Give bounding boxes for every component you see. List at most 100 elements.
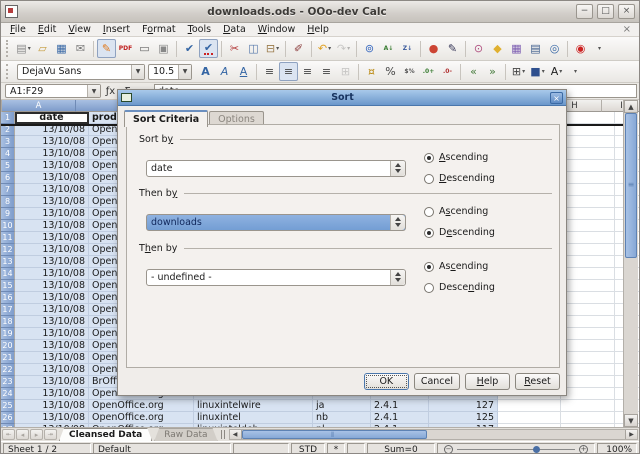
chevron-down-icon[interactable]: ▾ (559, 68, 562, 75)
function-wizard-icon[interactable]: ƒx (103, 86, 118, 97)
menu-view[interactable]: View (63, 24, 96, 35)
menu-tools[interactable]: Tools (183, 24, 216, 35)
close-document-icon[interactable]: × (619, 24, 635, 35)
cell-F27[interactable]: 117 (429, 424, 498, 427)
row-header-12[interactable]: 12 (1, 244, 15, 256)
help-button[interactable]: ◉ (571, 39, 590, 58)
cell-A1[interactable]: date (15, 112, 89, 124)
spinner-icon[interactable] (390, 161, 405, 176)
cell-A18[interactable]: 13/10/08 (15, 316, 89, 328)
spin-up-icon[interactable] (395, 217, 401, 221)
data-sources-button[interactable]: ▤ (526, 39, 545, 58)
cell-C27[interactable]: linuxinteldeb (194, 424, 313, 427)
cell-F25[interactable]: 127 (429, 400, 498, 412)
export-pdf-button[interactable]: PDF (116, 39, 135, 58)
scroll-down-icon[interactable]: ▼ (624, 414, 638, 427)
add-decimal-button[interactable]: .0+ (419, 62, 438, 81)
chevron-down-icon[interactable]: ▾ (542, 68, 545, 75)
zoom-in-icon[interactable]: + (579, 445, 588, 454)
chevron-down-icon[interactable]: ▼ (178, 65, 191, 79)
cell-H25[interactable] (561, 400, 615, 412)
column-header-A[interactable]: A (2, 100, 76, 112)
next-sheet-button[interactable]: ▸ (30, 429, 43, 440)
auto-spellcheck-button[interactable]: ✔ (199, 39, 218, 58)
bold-button[interactable]: A (196, 62, 215, 81)
cell-H1[interactable] (561, 112, 615, 124)
cell-H3[interactable] (561, 136, 615, 148)
cell-H15[interactable] (561, 280, 615, 292)
cell-A12[interactable]: 13/10/08 (15, 244, 89, 256)
cell-G26[interactable] (498, 412, 561, 424)
selection-mode[interactable]: STD (291, 443, 325, 454)
copy-button[interactable]: ◫ (244, 39, 263, 58)
row-header-13[interactable]: 13 (1, 256, 15, 268)
cell-A23[interactable]: 13/10/08 (15, 376, 89, 388)
spin-down-icon[interactable] (395, 278, 401, 282)
cell-H14[interactable] (561, 268, 615, 280)
toolbar-handle[interactable] (6, 40, 11, 56)
align-right-button[interactable]: ≡ (298, 62, 317, 81)
name-box[interactable]: A1:F29 ▼ (5, 84, 101, 98)
previous-sheet-button[interactable]: ◂ (16, 429, 29, 440)
ascending-radio-3[interactable]: Ascending (424, 261, 495, 272)
cell-H8[interactable] (561, 196, 615, 208)
scroll-right-icon[interactable]: ▶ (625, 430, 637, 439)
radio-icon[interactable] (424, 207, 434, 217)
dialog-close-icon[interactable]: × (550, 92, 563, 104)
row-header-19[interactable]: 19 (1, 328, 15, 340)
delete-decimal-button[interactable]: .0- (438, 62, 457, 81)
sum-indicator[interactable]: Sum=0 (367, 443, 435, 454)
cell-E26[interactable]: 2.4.1 (371, 412, 429, 424)
row-header-18[interactable]: 18 (1, 316, 15, 328)
toolbar2-overflow-button[interactable]: ▾ (566, 62, 585, 81)
sheet-tab-raw-data[interactable]: Raw Data (154, 428, 217, 441)
menu-edit[interactable]: Edit (33, 24, 61, 35)
row-header-16[interactable]: 16 (1, 292, 15, 304)
cell-H21[interactable] (561, 352, 615, 364)
spin-down-icon[interactable] (395, 169, 401, 173)
sort-dialog-title-bar[interactable]: Sort × (118, 90, 566, 106)
chevron-down-icon[interactable]: ▾ (328, 45, 331, 52)
row-header-22[interactable]: 22 (1, 364, 15, 376)
cut-button[interactable]: ✂ (225, 39, 244, 58)
cell-C26[interactable]: linuxintel (194, 412, 313, 424)
spinner-icon[interactable] (390, 215, 405, 230)
cell-A8[interactable]: 13/10/08 (15, 196, 89, 208)
descending-radio-2[interactable]: Descending (424, 227, 495, 238)
row-header-17[interactable]: 17 (1, 304, 15, 316)
sheet-tab-cleansed-data[interactable]: Cleansed Data (59, 428, 152, 441)
page-style[interactable]: Default (93, 443, 231, 454)
cell-D26[interactable]: nb (313, 412, 371, 424)
tab-sort-criteria[interactable]: Sort Criteria (124, 110, 208, 127)
row-header-4[interactable]: 4 (1, 148, 15, 160)
row-header-11[interactable]: 11 (1, 232, 15, 244)
cell-A16[interactable]: 13/10/08 (15, 292, 89, 304)
spinner-icon[interactable] (390, 270, 405, 285)
cell-A10[interactable]: 13/10/08 (15, 220, 89, 232)
radio-icon[interactable] (424, 174, 434, 184)
cell-H24[interactable] (561, 388, 615, 400)
row-header-21[interactable]: 21 (1, 352, 15, 364)
row-header-9[interactable]: 9 (1, 208, 15, 220)
sort-descending-button[interactable]: Z↓ (398, 39, 417, 58)
cell-H11[interactable] (561, 232, 615, 244)
radio-icon[interactable] (424, 228, 434, 238)
row-header-20[interactable]: 20 (1, 340, 15, 352)
cell-H27[interactable] (561, 424, 615, 427)
sort-ascending-button[interactable]: A↓ (379, 39, 398, 58)
cell-H5[interactable] (561, 160, 615, 172)
navigator-button[interactable]: ◆ (488, 39, 507, 58)
cell-A19[interactable]: 13/10/08 (15, 328, 89, 340)
draw-functions-button[interactable]: ✎ (443, 39, 462, 58)
increase-indent-button[interactable]: » (483, 62, 502, 81)
scroll-up-icon[interactable]: ▲ (624, 100, 638, 113)
chevron-down-icon[interactable]: ▾ (522, 68, 525, 75)
align-center-button[interactable]: ≡ (279, 62, 298, 81)
row-header-5[interactable]: 5 (1, 160, 15, 172)
menu-data[interactable]: Data (218, 24, 251, 35)
gallery-button[interactable]: ▦ (507, 39, 526, 58)
undo-button[interactable]: ↶▾ (315, 39, 334, 58)
cell-B26[interactable]: OpenOffice.org (89, 412, 194, 424)
cell-A24[interactable]: 13/10/08 (15, 388, 89, 400)
email-button[interactable]: ✉ (71, 39, 90, 58)
